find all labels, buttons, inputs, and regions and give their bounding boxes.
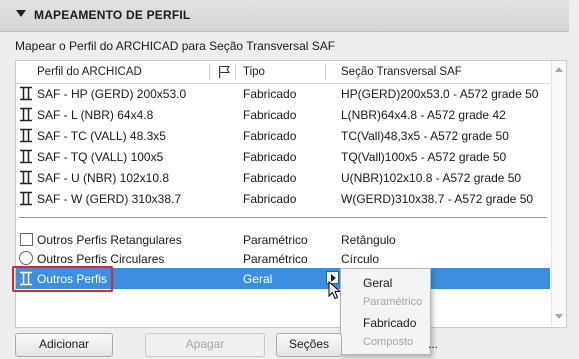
table-row-other-rectangular[interactable]: Outros Perfis Retangulares Paramétrico R… bbox=[16, 229, 550, 250]
row-saf-section: Retângulo bbox=[341, 233, 396, 247]
type-dropdown-menu[interactable]: Geral Paramétrico Fabricado Composto bbox=[340, 268, 431, 355]
i-beam-profile-icon bbox=[20, 149, 32, 164]
rectangle-profile-icon bbox=[20, 233, 33, 246]
section-header[interactable]: MAPEAMENTO DE PERFIL bbox=[0, 0, 569, 32]
row-profile-name: Outros Perfis Circulares bbox=[37, 252, 165, 266]
scroll-down-arrow-icon[interactable] bbox=[555, 314, 563, 319]
mapping-description: Mapear o Perfil do ARCHICAD para Seção T… bbox=[15, 39, 336, 53]
table-row[interactable]: SAF - TC (VALL) 48.3x5 Fabricado TC(Vall… bbox=[16, 125, 550, 146]
menu-item-parametrico: Paramétrico bbox=[363, 296, 423, 308]
row-type: Fabricado bbox=[243, 108, 297, 122]
row-saf-section: HP(GERD)200x53.0 - A572 grade 50 bbox=[341, 87, 539, 101]
column-header-saf-section[interactable]: Seção Transversal SAF bbox=[341, 66, 462, 78]
row-profile-name: Outros Perfis Retangulares bbox=[37, 233, 182, 247]
highlight-annotation-box bbox=[12, 266, 113, 292]
delete-button[interactable]: Apagar bbox=[145, 333, 265, 357]
add-button[interactable]: Adicionar bbox=[15, 333, 113, 357]
vertical-scrollbar[interactable] bbox=[551, 61, 566, 325]
list-divider bbox=[19, 217, 547, 218]
row-saf-section: U(NBR)102x10.8 - A572 grade 50 bbox=[341, 171, 522, 185]
row-saf-section: Círculo bbox=[341, 252, 380, 266]
column-header-bar: Perfil do ARCHICAD Tipo Seção Transversa… bbox=[16, 61, 550, 84]
menu-item-composto: Composto bbox=[363, 336, 414, 348]
collapse-triangle-icon[interactable] bbox=[16, 10, 26, 17]
sections-button-ellipsis: ... bbox=[428, 337, 439, 351]
table-row[interactable]: SAF - TQ (VALL) 100x5 Fabricado TQ(Vall)… bbox=[16, 146, 550, 167]
i-beam-profile-icon bbox=[20, 107, 32, 122]
column-header-type[interactable]: Tipo bbox=[243, 66, 265, 78]
row-saf-section: L(NBR)64x4.8 - A572 grade 42 bbox=[341, 108, 506, 122]
column-divider[interactable] bbox=[235, 64, 236, 80]
row-saf-section: TC(Vall)48,3x5 - A572 grade 50 bbox=[341, 129, 509, 143]
section-title: MAPEAMENTO DE PERFIL bbox=[34, 8, 191, 22]
row-profile-name: SAF - W (GERD) 310x38.7 bbox=[37, 192, 182, 206]
menu-item-geral[interactable]: Geral bbox=[341, 272, 430, 292]
row-type: Fabricado bbox=[243, 129, 297, 143]
column-header-profile[interactable]: Perfil do ARCHICAD bbox=[37, 66, 142, 78]
row-profile-name: SAF - U (NBR) 102x10.8 bbox=[37, 171, 170, 185]
i-beam-profile-icon bbox=[20, 86, 32, 101]
scroll-up-arrow-icon[interactable] bbox=[555, 67, 563, 72]
table-row[interactable]: SAF - L (NBR) 64x4.8 Fabricado L(NBR)64x… bbox=[16, 104, 550, 125]
i-beam-profile-icon bbox=[20, 191, 32, 206]
row-profile-name: SAF - TC (VALL) 48.3x5 bbox=[37, 129, 166, 143]
table-row[interactable]: SAF - HP (GERD) 200x53.0 Fabricado HP(GE… bbox=[16, 83, 550, 104]
circle-profile-icon bbox=[19, 251, 33, 265]
column-divider[interactable] bbox=[209, 64, 210, 80]
i-beam-profile-icon bbox=[20, 170, 32, 185]
row-type: Paramétrico bbox=[243, 233, 308, 247]
row-type: Fabricado bbox=[243, 171, 297, 185]
menu-item-fabricado[interactable]: Fabricado bbox=[341, 312, 430, 332]
row-type: Fabricado bbox=[243, 192, 297, 206]
row-type: Geral bbox=[243, 272, 273, 286]
row-profile-name: SAF - TQ (VALL) 100x5 bbox=[37, 150, 164, 164]
sections-button[interactable]: Seções bbox=[276, 333, 342, 357]
row-profile-name: SAF - HP (GERD) 200x53.0 bbox=[37, 87, 187, 101]
flag-icon bbox=[219, 65, 231, 78]
row-saf-section: W(GERD)310x38.7 - A572 grade 50 bbox=[341, 192, 534, 206]
row-saf-section: TQ(Vall)100x5 - A572 grade 50 bbox=[341, 150, 507, 164]
table-row[interactable]: SAF - U (NBR) 102x10.8 Fabricado U(NBR)1… bbox=[16, 167, 550, 188]
column-divider[interactable] bbox=[325, 64, 326, 80]
row-profile-name: SAF - L (NBR) 64x4.8 bbox=[37, 108, 154, 122]
row-type: Paramétrico bbox=[243, 252, 308, 266]
table-row[interactable]: SAF - W (GERD) 310x38.7 Fabricado W(GERD… bbox=[16, 188, 550, 209]
row-type: Fabricado bbox=[243, 87, 297, 101]
i-beam-profile-icon bbox=[20, 128, 32, 143]
row-type: Fabricado bbox=[243, 150, 297, 164]
